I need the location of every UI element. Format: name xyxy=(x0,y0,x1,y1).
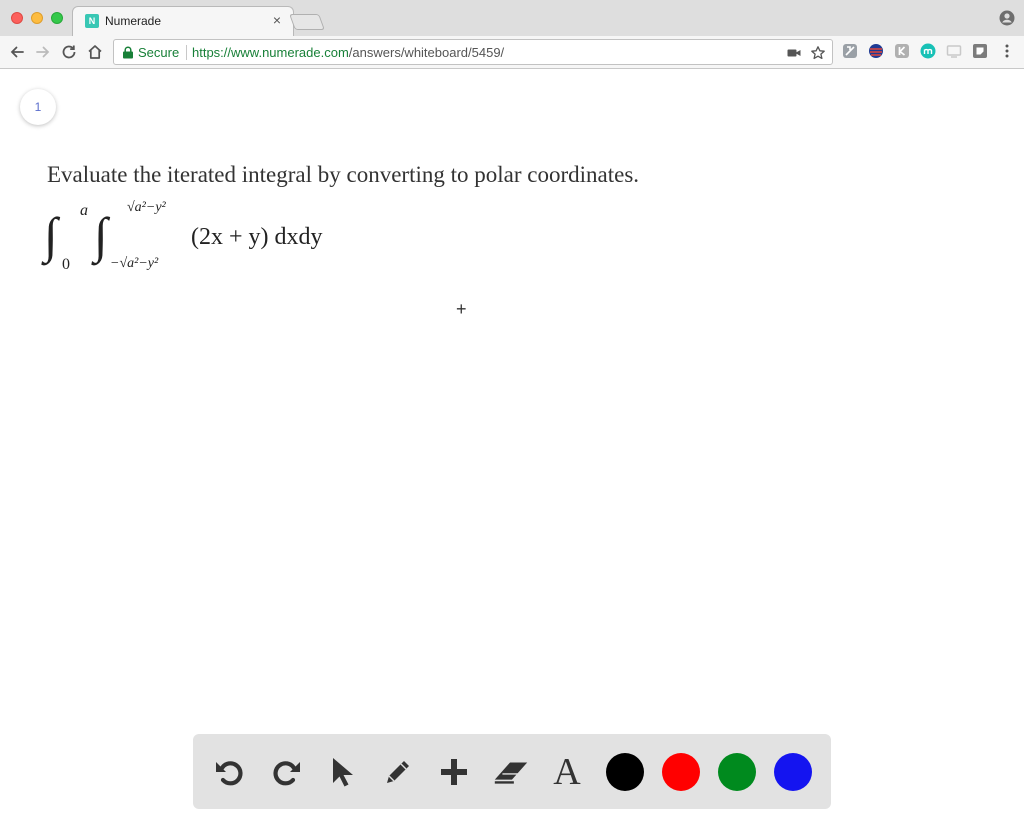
inner-lower-limit: −√a²−y² xyxy=(110,256,159,271)
inner-integral-sign: ∫ xyxy=(94,207,108,263)
undo-icon xyxy=(216,761,243,786)
browser-titlebar: N Numerade × xyxy=(0,0,1024,36)
numerade-favicon-icon: N xyxy=(85,14,99,28)
minimize-window-button[interactable] xyxy=(31,12,43,24)
profile-icon[interactable] xyxy=(999,10,1015,26)
outer-lower-limit: 0 xyxy=(62,256,70,273)
crosshair-cursor: + xyxy=(456,299,467,319)
forward-arrow-icon[interactable] xyxy=(34,43,52,61)
address-bar[interactable]: Secure https://www.numerade.com/answers/… xyxy=(113,39,833,65)
extension-tools-icon[interactable] xyxy=(842,43,858,59)
question-text: Evaluate the iterated integral by conver… xyxy=(47,162,640,187)
bookmark-star-icon[interactable] xyxy=(810,45,826,61)
inner-upper-limit: √a²−y² xyxy=(127,200,166,215)
color-black-swatch[interactable] xyxy=(606,753,644,791)
secure-label: Secure xyxy=(138,45,180,60)
page-number-badge[interactable]: 1 xyxy=(20,89,56,125)
back-arrow-icon[interactable] xyxy=(8,43,26,61)
extension-cast-icon[interactable] xyxy=(946,43,962,59)
browser-toolbar: Secure https://www.numerade.com/answers/… xyxy=(0,36,1024,69)
eraser-tool-button[interactable] xyxy=(491,752,531,792)
tab-title: Numerade xyxy=(105,14,162,28)
reload-icon[interactable] xyxy=(60,43,78,61)
pen-tool-button[interactable] xyxy=(378,752,418,792)
plus-icon xyxy=(441,759,467,785)
extension-k-icon[interactable] xyxy=(894,43,910,59)
new-tab-button[interactable] xyxy=(289,14,325,30)
omnibox-divider xyxy=(186,45,187,60)
browser-menu-icon[interactable] xyxy=(999,43,1015,59)
extension-note-icon[interactable] xyxy=(972,43,988,59)
tab-close-icon[interactable]: × xyxy=(273,12,281,28)
redo-icon xyxy=(273,761,300,786)
drawing-toolbar: A xyxy=(193,734,831,809)
add-tool-button[interactable] xyxy=(434,752,474,792)
close-window-button[interactable] xyxy=(11,12,23,24)
lock-icon xyxy=(123,46,133,59)
outer-integral-sign: ∫ xyxy=(44,207,58,263)
redo-button[interactable] xyxy=(266,752,306,792)
home-icon[interactable] xyxy=(86,43,104,61)
url-host: https://www.numerade.com xyxy=(192,45,349,60)
undo-button[interactable] xyxy=(210,752,250,792)
extension-m-icon[interactable] xyxy=(920,43,936,59)
color-green-swatch[interactable] xyxy=(718,753,756,791)
color-red-swatch[interactable] xyxy=(662,753,700,791)
url-text[interactable]: https://www.numerade.com/answers/whitebo… xyxy=(192,45,504,60)
color-blue-swatch[interactable] xyxy=(774,753,812,791)
zoom-window-button[interactable] xyxy=(51,12,63,24)
tab-numerade[interactable]: N Numerade × xyxy=(72,6,294,36)
extension-flag-icon[interactable] xyxy=(868,43,884,59)
integral-expression: ∫ a 0 ∫ √a²−y² −√a²−y² (2x + y) dxdy xyxy=(40,200,360,282)
eraser-icon xyxy=(494,762,528,784)
pointer-arrow-icon xyxy=(333,758,353,787)
outer-upper-limit: a xyxy=(80,202,88,219)
text-tool-button[interactable]: A xyxy=(547,751,587,793)
url-path: /answers/whiteboard/5459/ xyxy=(348,45,505,60)
pencil-icon xyxy=(387,761,409,783)
integrand: (2x + y) dxdy xyxy=(191,224,323,250)
camera-icon[interactable] xyxy=(786,45,802,61)
select-tool-button[interactable] xyxy=(322,752,362,792)
